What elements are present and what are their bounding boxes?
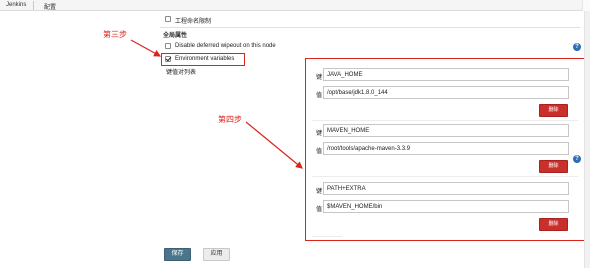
- env-value-input[interactable]: /root/tools/apache-maven-3.3.9: [323, 142, 569, 155]
- group-separator: [312, 176, 578, 177]
- step3-arrow: [130, 39, 162, 57]
- topbar-edge: [582, 0, 590, 11]
- delete-button[interactable]: 删除: [539, 104, 568, 117]
- breadcrumb-current[interactable]: 配置: [44, 2, 56, 11]
- step4-arrow: [245, 121, 303, 169]
- environment-variables-checkbox[interactable]: [165, 56, 171, 62]
- breadcrumb: Jenkins 配置: [0, 0, 590, 11]
- env-value-input[interactable]: /opt/base/jdk1.8.0_144: [323, 86, 569, 99]
- workspace-limit-label: 工程命名限制: [175, 19, 212, 25]
- step4-annotation: 第四步: [218, 115, 242, 124]
- delete-button[interactable]: 删除: [539, 218, 568, 231]
- key-label: 键: [316, 131, 323, 137]
- env-value-input[interactable]: $MAVEN_HOME/bin: [323, 200, 569, 213]
- group-separator: [312, 120, 578, 121]
- help-icon[interactable]: ?: [573, 43, 581, 51]
- section-divider: [160, 27, 580, 28]
- vertical-scrollbar[interactable]: [584, 11, 590, 268]
- value-label: 值: [316, 207, 323, 213]
- breadcrumb-separator: [33, 1, 34, 10]
- add-button-stub: [312, 236, 342, 237]
- delete-button[interactable]: 删除: [539, 160, 568, 173]
- environment-variables-label: Environment variables: [175, 56, 235, 62]
- global-properties-header: 全局属性: [163, 33, 188, 39]
- env-key-input[interactable]: PATH+EXTRA: [323, 182, 569, 195]
- disable-wipeout-label: Disable deferred wipeout on this node: [175, 43, 276, 49]
- env-key-input[interactable]: JAVA_HOME: [323, 68, 569, 81]
- save-button[interactable]: 保存: [164, 248, 191, 261]
- help-icon[interactable]: ?: [573, 155, 581, 163]
- kv-list-label: 键值对列表: [166, 70, 197, 76]
- key-label: 键: [316, 189, 323, 195]
- apply-button[interactable]: 应用: [203, 248, 230, 261]
- key-label: 键: [316, 75, 323, 81]
- step3-annotation: 第三步: [103, 30, 127, 39]
- value-label: 值: [316, 149, 323, 155]
- value-label: 值: [316, 93, 323, 99]
- workspace-limit-checkbox[interactable]: [165, 16, 171, 22]
- env-key-input[interactable]: MAVEN_HOME: [323, 124, 569, 137]
- breadcrumb-jenkins-link[interactable]: Jenkins: [6, 2, 26, 8]
- disable-wipeout-checkbox[interactable]: [165, 43, 171, 49]
